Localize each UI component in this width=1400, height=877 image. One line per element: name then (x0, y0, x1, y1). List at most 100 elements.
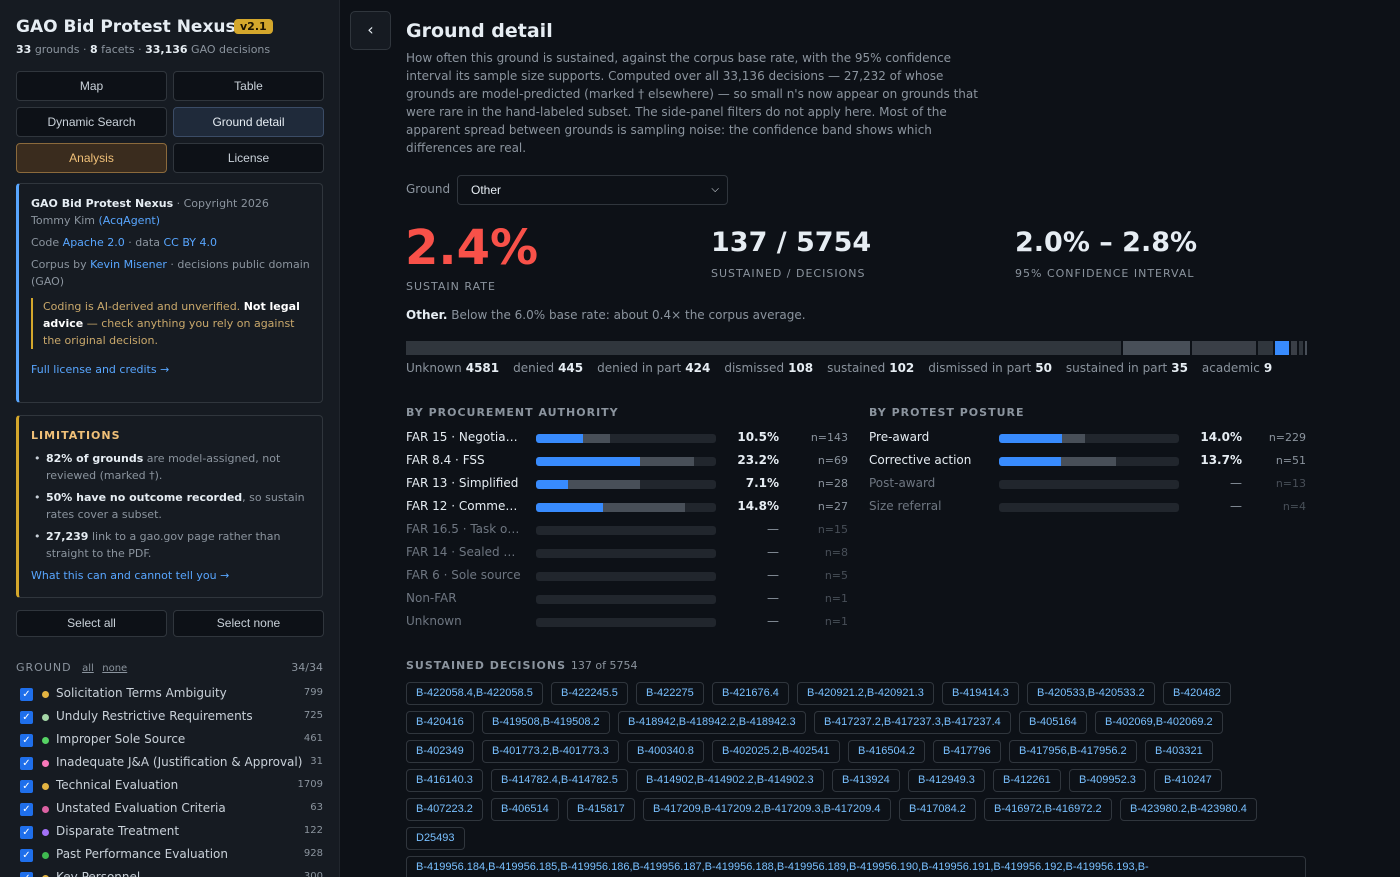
nav-dynamic-search-button[interactable]: Dynamic Search (16, 107, 167, 137)
code-license-link[interactable]: Apache 2.0 (63, 236, 125, 249)
facet-row[interactable]: FAR 6 · Sole source — n=5 (406, 568, 848, 586)
facet-row[interactable]: FAR 14 · Sealed … — n=8 (406, 545, 848, 563)
decision-chip[interactable]: B-419414.3 (942, 682, 1019, 705)
decision-chip[interactable]: B-413924 (832, 769, 900, 792)
decision-chip[interactable]: B-402349 (406, 740, 474, 763)
decision-chip[interactable]: B-406514 (491, 798, 559, 821)
checkbox[interactable]: ✓ (20, 734, 33, 747)
decision-chip[interactable]: B-414782.4,B-414782.5 (491, 769, 628, 792)
decision-chip[interactable]: B-417209,B-417209.2,B-417209.3,B-417209.… (643, 798, 891, 821)
decision-chip[interactable]: B-403321 (1145, 740, 1213, 763)
decision-chip[interactable]: B-419956.184,B-419956.185,B-419956.186,B… (406, 856, 1306, 877)
decision-chip[interactable]: D25493 (406, 827, 465, 850)
decision-chip[interactable]: B-422245.5 (551, 682, 628, 705)
facet-row[interactable]: Non-FAR — n=1 (406, 591, 848, 609)
decision-chip[interactable]: B-420921.2,B-420921.3 (797, 682, 934, 705)
facet-row[interactable]: FAR 16.5 · Task o… — n=15 (406, 522, 848, 540)
facet-row[interactable]: Size referral — n=4 (869, 499, 1306, 517)
select-all-button[interactable]: Select all (16, 610, 167, 637)
decision-chip[interactable]: B-400340.8 (627, 740, 704, 763)
data-license-link[interactable]: CC BY 4.0 (163, 236, 217, 249)
back-button[interactable]: ‹ (350, 11, 391, 50)
facet-rate: — (1230, 476, 1242, 490)
decision-chip[interactable]: B-416972,B-416972.2 (984, 798, 1112, 821)
ground-none-link[interactable]: none (102, 663, 127, 674)
decision-chip[interactable]: B-417796 (933, 740, 1001, 763)
decision-chip[interactable]: B-412261 (993, 769, 1061, 792)
ground-row[interactable]: ✓ Improper Sole Source 461 (20, 732, 323, 750)
ground-select[interactable]: Other ⌵ (457, 175, 728, 205)
facet-row[interactable]: Post-award — n=13 (869, 476, 1306, 494)
facet-row[interactable]: Pre-award 14.0% n=229 (869, 430, 1306, 448)
ground-row[interactable]: ✓ Key Personnel 300 (20, 870, 323, 877)
nav-ground-detail-button[interactable]: Ground detail (173, 107, 324, 137)
limitations-link[interactable]: What this can and cannot tell you → (31, 569, 229, 582)
decision-chip[interactable]: B-420482 (1163, 682, 1231, 705)
facet-row[interactable]: Corrective action 13.7% n=51 (869, 453, 1306, 471)
facet-rate: 14.0% (1200, 430, 1242, 444)
confidence-interval-caption: 95% CONFIDENCE INTERVAL (1015, 267, 1195, 280)
decision-chip[interactable]: B-409952.3 (1069, 769, 1146, 792)
corpus-author-link[interactable]: Kevin Misener (90, 258, 167, 271)
decision-chip[interactable]: B-416504.2 (848, 740, 925, 763)
facet-row[interactable]: FAR 12 · Comme… 14.8% n=27 (406, 499, 848, 517)
decision-chip[interactable]: B-420416 (406, 711, 474, 734)
decision-chip[interactable]: B-421676.4 (712, 682, 789, 705)
checkbox[interactable]: ✓ (20, 849, 33, 862)
decision-chip[interactable]: B-410247 (1154, 769, 1222, 792)
checkbox[interactable]: ✓ (20, 711, 33, 724)
full-license-link[interactable]: Full license and credits → (31, 363, 169, 376)
facet-row[interactable]: FAR 8.4 · FSS 23.2% n=69 (406, 453, 848, 471)
decision-chip[interactable]: B-402069,B-402069.2 (1095, 711, 1223, 734)
nav-license-button[interactable]: License (173, 143, 324, 173)
author-handle-link[interactable]: (AcqAgent) (99, 214, 161, 227)
decision-chip[interactable]: B-416140.3 (406, 769, 483, 792)
limitation-item: 27,239 link to a gao.gov page rather tha… (31, 528, 310, 562)
decision-chip[interactable]: B-418942,B-418942.2,B-418942.3 (618, 711, 806, 734)
ground-row[interactable]: ✓ Solicitation Terms Ambiguity 799 (20, 686, 323, 704)
decision-chip[interactable]: B-407223.2 (406, 798, 483, 821)
decision-chip[interactable]: B-401773.2,B-401773.3 (482, 740, 619, 763)
ground-row[interactable]: ✓ Past Performance Evaluation 928 (20, 847, 323, 865)
decision-chip[interactable]: B-423980.2,B-423980.4 (1120, 798, 1257, 821)
decision-chip[interactable]: B-417084.2 (899, 798, 976, 821)
decision-chip[interactable]: B-417237.2,B-417237.3,B-417237.4 (814, 711, 1011, 734)
sustained-decisions-title: SUSTAINED DECISIONS 137 of 5754 (406, 659, 638, 672)
checkbox[interactable]: ✓ (20, 826, 33, 839)
ground-row[interactable]: ✓ Disparate Treatment 122 (20, 824, 323, 842)
facet-row[interactable]: FAR 13 · Simplified 7.1% n=28 (406, 476, 848, 494)
facet-n: n=51 (1275, 454, 1306, 467)
decision-chip[interactable]: B-417956,B-417956.2 (1009, 740, 1137, 763)
facet-rate: 7.1% (745, 476, 779, 490)
decision-chip[interactable]: B-422275 (636, 682, 704, 705)
ground-row[interactable]: ✓ Inadequate J&A (Justification & Approva… (20, 755, 323, 773)
facet-row[interactable]: Unknown — n=1 (406, 614, 848, 632)
ground-label: Key Personnel (56, 870, 141, 877)
checkbox[interactable]: ✓ (20, 872, 33, 877)
facet-n: n=69 (817, 454, 848, 467)
decision-chip[interactable]: B-415817 (567, 798, 635, 821)
decision-chip[interactable]: B-402025.2,B-402541 (712, 740, 840, 763)
nav-map-button[interactable]: Map (16, 71, 167, 101)
decision-chip[interactable]: B-405164 (1019, 711, 1087, 734)
checkbox[interactable]: ✓ (20, 803, 33, 816)
facet-row[interactable]: FAR 15 · Negotia… 10.5% n=143 (406, 430, 848, 448)
select-none-button[interactable]: Select none (173, 610, 324, 637)
ground-row[interactable]: ✓ Technical Evaluation 1709 (20, 778, 323, 796)
sustain-rate-caption: SUSTAIN RATE (406, 280, 496, 293)
ground-detail-panel: ‹ Ground detail How often this ground is… (341, 0, 1400, 877)
decision-chip[interactable]: B-419508,B-419508.2 (482, 711, 610, 734)
ground-row[interactable]: ✓ Unduly Restrictive Requirements 725 (20, 709, 323, 727)
decision-chip[interactable]: B-414902,B-414902.2,B-414902.3 (636, 769, 824, 792)
ground-color-dot (42, 691, 49, 698)
nav-table-button[interactable]: Table (173, 71, 324, 101)
checkbox[interactable]: ✓ (20, 688, 33, 701)
decision-chip[interactable]: B-420533,B-420533.2 (1027, 682, 1155, 705)
ground-row[interactable]: ✓ Unstated Evaluation Criteria 63 (20, 801, 323, 819)
decision-chip[interactable]: B-422058.4,B-422058.5 (406, 682, 543, 705)
checkbox[interactable]: ✓ (20, 780, 33, 793)
ground-all-link[interactable]: all (82, 663, 94, 674)
nav-analysis-button[interactable]: Analysis (16, 143, 167, 173)
decision-chip[interactable]: B-412949.3 (908, 769, 985, 792)
checkbox[interactable]: ✓ (20, 757, 33, 770)
